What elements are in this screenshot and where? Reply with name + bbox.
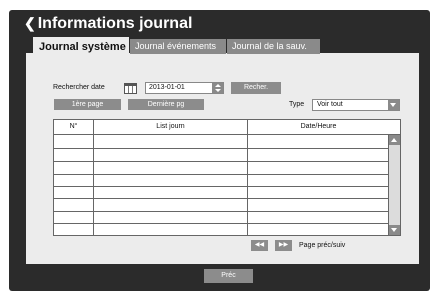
calendar-icon[interactable]: [124, 83, 137, 94]
column-divider: [247, 120, 248, 235]
table-row[interactable]: [54, 186, 389, 187]
double-right-arrow-icon[interactable]: ▶▶: [275, 240, 292, 251]
last-page-button[interactable]: Dernière pg: [128, 99, 204, 110]
table-row[interactable]: [54, 211, 389, 212]
column-header-list[interactable]: List journ: [94, 120, 247, 134]
journal-table: N° List journ Date/Heure: [53, 119, 401, 236]
back-chevron-icon[interactable]: ❮: [24, 15, 36, 31]
scroll-down-icon[interactable]: [389, 225, 400, 235]
table-row[interactable]: [54, 148, 389, 149]
type-label: Type: [289, 101, 305, 108]
type-select[interactable]: Voir tout: [312, 99, 400, 111]
table-row[interactable]: [54, 161, 389, 162]
search-date-label: Rechercher date: [53, 84, 105, 91]
column-divider: [93, 120, 94, 235]
back-button[interactable]: Préc: [204, 269, 253, 283]
table-header: N° List journ Date/Heure: [54, 120, 400, 135]
column-header-number[interactable]: N°: [54, 120, 93, 134]
table-row[interactable]: [54, 174, 389, 175]
page-nav-label: Page préc/suiv: [299, 242, 346, 249]
chevron-down-icon[interactable]: [388, 100, 399, 110]
scroll-up-icon[interactable]: [389, 135, 400, 145]
first-page-button[interactable]: 1ère page: [54, 99, 121, 110]
search-button[interactable]: Recher.: [231, 82, 281, 94]
table-scrollbar[interactable]: [388, 135, 400, 235]
page-title: ❮ Informations journal: [24, 15, 193, 32]
date-spinner[interactable]: [212, 83, 223, 93]
tab-journal-sauvegarde[interactable]: Journal de la sauv.: [227, 39, 320, 54]
table-row[interactable]: [54, 223, 389, 224]
table-row[interactable]: [54, 198, 389, 199]
type-select-value: Voir tout: [317, 101, 343, 108]
column-header-datetime[interactable]: Date/Heure: [248, 120, 389, 134]
double-left-arrow-icon[interactable]: ◀◀: [251, 240, 268, 251]
tab-journal-systeme[interactable]: Journal système: [33, 37, 129, 55]
tab-journal-evenements[interactable]: Journal événements: [130, 39, 226, 54]
